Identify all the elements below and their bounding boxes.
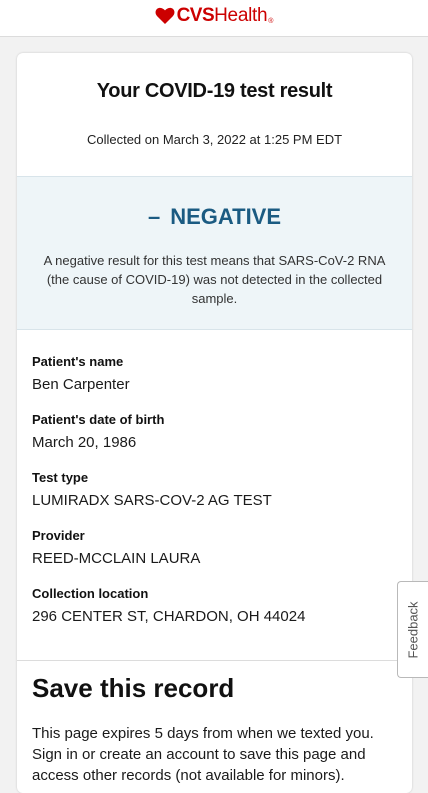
save-record-heading: Save this record (32, 673, 235, 703)
result-status-label: NEGATIVE (170, 204, 282, 229)
provider-label: Provider (32, 528, 85, 543)
logo-health-text: Health (214, 5, 268, 26)
patient-dob-label: Patient's date of birth (32, 412, 165, 427)
result-status: – NEGATIVE (17, 204, 412, 230)
feedback-label: Feedback (405, 601, 421, 659)
test-type-value: LUMIRADX SARS-COV-2 AG TEST (32, 492, 272, 509)
section-divider (17, 660, 412, 661)
result-panel: – NEGATIVE A negative result for this tes… (17, 176, 412, 330)
patient-dob-value: March 20, 1986 (32, 434, 137, 451)
collection-location-label: Collection location (32, 586, 149, 601)
feedback-button[interactable]: Feedback (397, 581, 428, 678)
negative-dash-icon: – (147, 204, 161, 229)
collected-date: Collected on March 3, 2022 at 1:25 PM ED… (86, 132, 343, 147)
trademark-symbol: ® (268, 17, 274, 25)
provider-value: REED-MCCLAIN LAURA (32, 550, 201, 567)
test-type-label: Test type (32, 470, 89, 485)
header-bar: CVS Health ® (0, 0, 428, 37)
patient-name-label: Patient's name (32, 354, 124, 369)
logo-cvs-text: CVS (176, 5, 215, 26)
test-result-card: Your COVID-19 test result Collected on M… (17, 53, 412, 793)
page-title: Your COVID-19 test result (96, 80, 333, 102)
result-description: A negative result for this test means th… (43, 253, 386, 306)
heart-icon (155, 7, 175, 25)
cvs-health-logo[interactable]: CVS Health ® (155, 5, 274, 27)
patient-name-value: Ben Carpenter (32, 376, 130, 393)
save-record-text: This page expires 5 days from when we te… (32, 725, 374, 784)
collection-location-value: 296 CENTER ST, CHARDON, OH 44024 (32, 608, 306, 625)
